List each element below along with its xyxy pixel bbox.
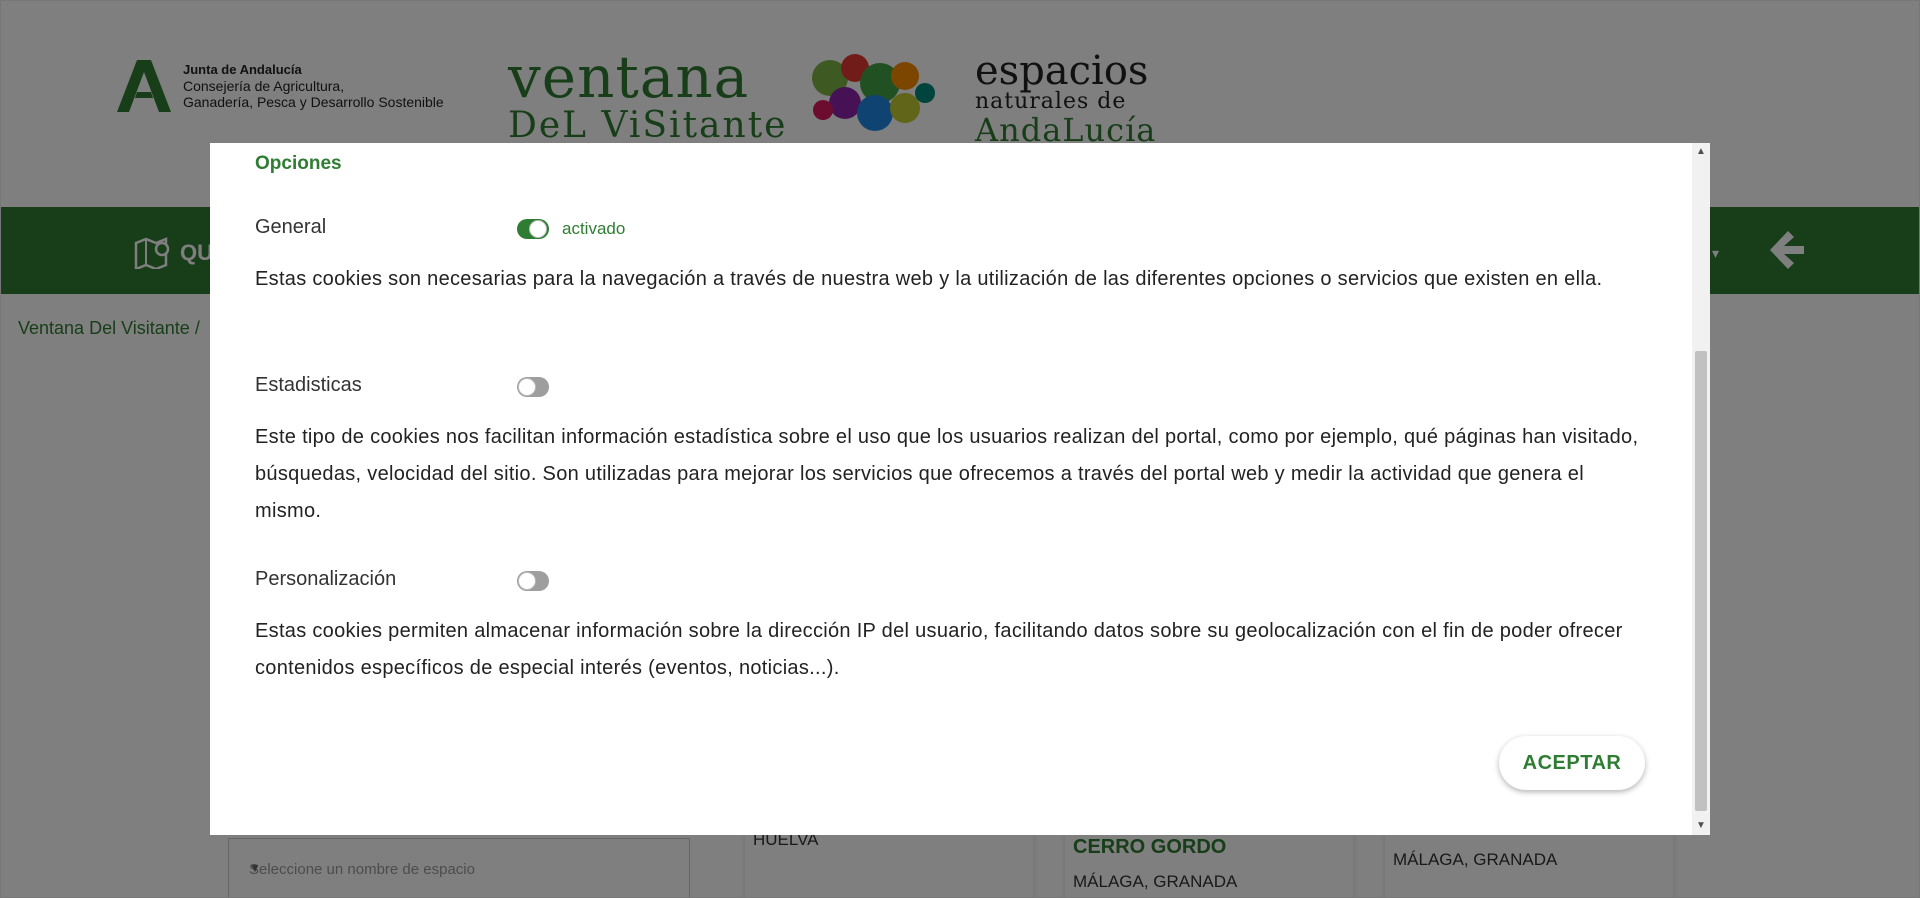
- option-description-general: Estas cookies son necesarias para la nav…: [255, 268, 1603, 290]
- section-title: Opciones: [255, 153, 342, 174]
- toggle-personalizacion[interactable]: [517, 571, 549, 591]
- toggle-knob: [529, 220, 547, 238]
- option-label-personalizacion: Personalización: [255, 568, 397, 590]
- option-description-estadisticas: Este tipo de cookies nos facilitan infor…: [255, 426, 1639, 522]
- accept-button[interactable]: ACEPTAR: [1499, 736, 1645, 790]
- scroll-up-arrow-icon[interactable]: ▲: [1692, 143, 1710, 161]
- toggle-general[interactable]: [517, 219, 549, 239]
- modal-content: Opciones General activado Estas cookies …: [210, 143, 1692, 835]
- scrollbar-thumb[interactable]: [1695, 351, 1707, 811]
- toggle-knob: [518, 572, 536, 590]
- scroll-down-arrow-icon[interactable]: ▼: [1692, 817, 1710, 835]
- toggle-estadisticas[interactable]: [517, 377, 549, 397]
- option-description-personalizacion: Estas cookies permiten almacenar informa…: [255, 620, 1623, 679]
- option-label-general: General: [255, 216, 327, 238]
- option-label-estadisticas: Estadisticas: [255, 374, 362, 396]
- modal-scrollbar[interactable]: ▲ ▼: [1692, 143, 1710, 835]
- cookie-options-modal: Opciones General activado Estas cookies …: [210, 143, 1710, 835]
- toggle-state-text: activado: [562, 219, 626, 238]
- toggle-knob: [518, 378, 536, 396]
